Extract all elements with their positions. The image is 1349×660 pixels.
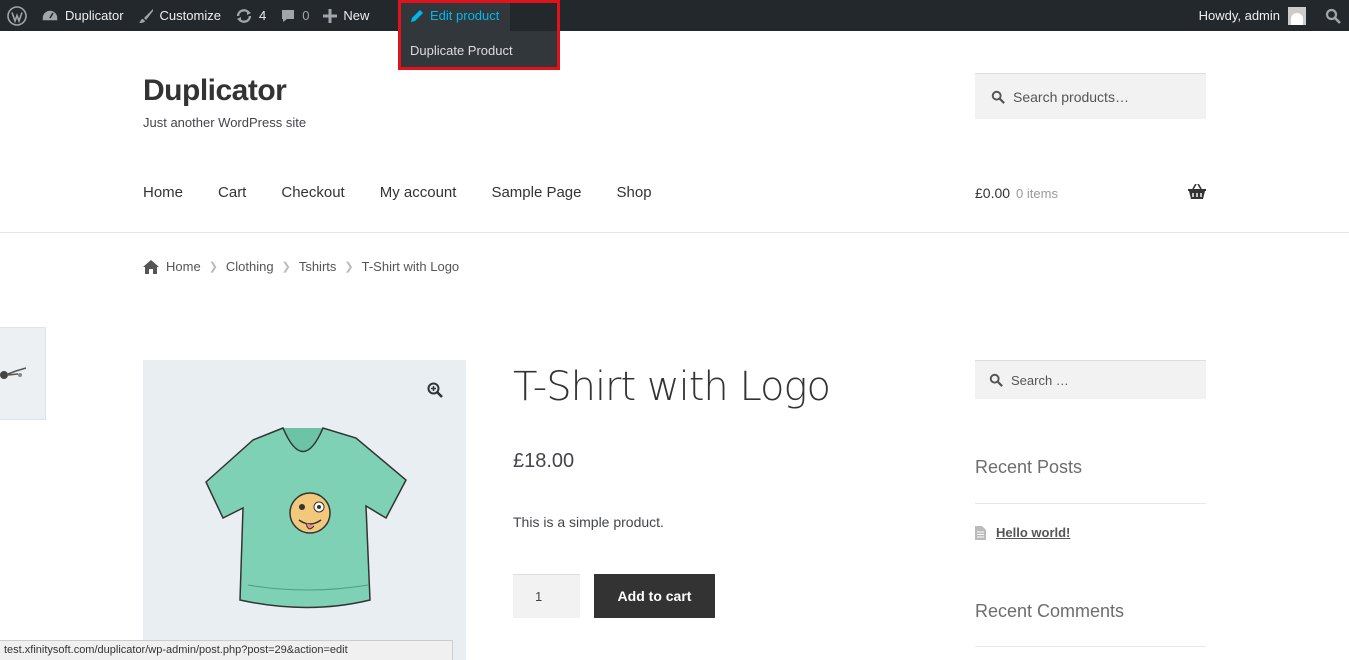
breadcrumb-clothing[interactable]: Clothing xyxy=(226,259,274,274)
sidebar-search-placeholder: Search … xyxy=(1011,372,1069,388)
dashboard-icon xyxy=(41,8,59,22)
cart-items-count: 0 items xyxy=(1016,185,1058,201)
header-cart[interactable]: £0.00 0 items xyxy=(975,184,1206,201)
widget-divider xyxy=(975,646,1206,647)
product-search-placeholder: Search products… xyxy=(1013,88,1129,105)
comments-count: 0 xyxy=(302,8,310,23)
zoom-icon[interactable] xyxy=(420,375,450,405)
recent-comments-title: Recent Comments xyxy=(975,601,1125,621)
document-icon xyxy=(975,525,986,540)
search-icon xyxy=(1325,8,1341,24)
comments-menu[interactable]: 0 xyxy=(273,0,316,31)
nav-item-cart[interactable]: Cart xyxy=(218,184,246,201)
chevron-right-icon: ❯ xyxy=(344,261,354,273)
header-divider xyxy=(0,232,1349,233)
nav-item-sample-page[interactable]: Sample Page xyxy=(491,184,581,201)
product-search-input[interactable]: Search products… xyxy=(975,73,1206,119)
sunglasses-thumbnail xyxy=(0,366,27,379)
edit-product-label: Edit product xyxy=(430,8,500,23)
search-icon xyxy=(989,373,1003,387)
edit-product-menu[interactable]: Edit product xyxy=(400,0,510,31)
breadcrumb-current: T-Shirt with Logo xyxy=(361,259,460,274)
wordpress-logo-icon[interactable] xyxy=(0,0,34,31)
basket-icon xyxy=(1188,184,1206,199)
brush-icon xyxy=(138,8,153,23)
updates-menu[interactable]: 4 xyxy=(228,0,273,31)
new-label: New xyxy=(343,8,370,23)
new-content-menu[interactable]: New xyxy=(316,0,376,31)
previous-product-tab[interactable] xyxy=(0,327,46,420)
breadcrumb-home[interactable]: Home xyxy=(166,259,201,274)
nav-item-my-account[interactable]: My account xyxy=(380,184,457,201)
primary-nav: Home Cart Checkout My account Sample Pag… xyxy=(143,184,687,201)
pencil-icon xyxy=(411,9,423,22)
product-title: T-Shirt with Logo xyxy=(513,364,831,410)
site-description: Just another WordPress site xyxy=(143,115,307,130)
customize-menu[interactable]: Customize xyxy=(131,0,228,31)
tshirt-image xyxy=(205,427,407,609)
nav-item-checkout[interactable]: Checkout xyxy=(281,184,344,201)
admin-bar-right: Howdy, admin xyxy=(1192,0,1349,31)
recent-post-item[interactable]: Hello world! xyxy=(975,525,1070,540)
quantity-input[interactable]: 1 xyxy=(513,574,580,618)
recent-posts-title: Recent Posts xyxy=(975,457,1083,477)
nav-item-shop[interactable]: Shop xyxy=(617,184,652,201)
plus-icon xyxy=(323,8,338,23)
site-name-label: Duplicator xyxy=(65,8,124,23)
chevron-right-icon: ❯ xyxy=(208,261,218,273)
search-icon xyxy=(991,90,1005,104)
duplicate-product-menu-item[interactable]: Duplicate Product xyxy=(400,31,558,68)
browser-status-bar: test.xfinitysoft.com/duplicator/wp-admin… xyxy=(0,640,453,660)
nav-item-home[interactable]: Home xyxy=(143,184,183,201)
add-to-cart-button[interactable]: Add to cart xyxy=(594,574,715,618)
admin-search-button[interactable] xyxy=(1313,0,1349,31)
my-account-menu[interactable]: Howdy, admin xyxy=(1192,0,1313,31)
chevron-right-icon: ❯ xyxy=(281,261,291,273)
avatar xyxy=(1288,6,1306,25)
updates-icon xyxy=(236,8,252,23)
site-name-menu[interactable]: Duplicator xyxy=(34,0,131,31)
breadcrumb-tshirts[interactable]: Tshirts xyxy=(299,259,337,274)
site-title[interactable]: Duplicator xyxy=(143,74,287,108)
cart-total: £0.00 xyxy=(975,185,1011,201)
updates-count: 4 xyxy=(258,8,267,23)
product-description: This is a simple product. xyxy=(513,514,664,530)
home-icon xyxy=(143,259,159,274)
customize-label: Customize xyxy=(159,8,221,23)
product-gallery[interactable] xyxy=(143,360,466,660)
widget-divider xyxy=(975,503,1206,504)
howdy-label: Howdy, admin xyxy=(1198,8,1280,23)
product-price: £18.00 xyxy=(513,450,575,472)
comment-icon xyxy=(282,9,295,22)
recent-post-link[interactable]: Hello world! xyxy=(996,525,1070,540)
admin-bar: Duplicator Customize 4 0 New Edit produc… xyxy=(0,0,1349,31)
sidebar-search-input[interactable]: Search … xyxy=(975,360,1206,399)
breadcrumb: Home ❯ Clothing ❯ Tshirts ❯ T-Shirt with… xyxy=(143,259,459,274)
